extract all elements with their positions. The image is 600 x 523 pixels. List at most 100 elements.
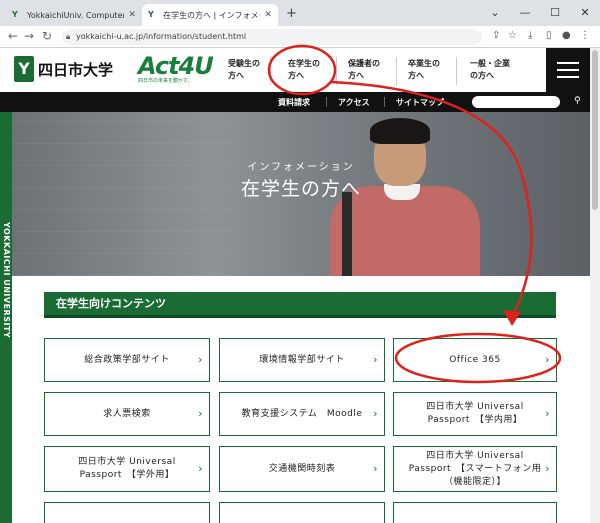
content-area: 在学生向けコンテンツ 総合政策学部サイト › 環境情報学部サイト › Offic…: [12, 276, 590, 523]
card-env-faculty[interactable]: 環境情報学部サイト ›: [219, 338, 385, 382]
tab-label: YokkaichiUniv. ComputerCenter: [27, 10, 124, 20]
gnav-prospective[interactable]: 受験生の 方へ: [228, 58, 260, 82]
card-label: 総合政策学部サイト: [84, 354, 170, 365]
logo-text: 四日市大学: [38, 60, 114, 79]
gnav-parents[interactable]: 保護者の 方へ: [348, 58, 380, 82]
hero-photo-strap: [342, 192, 352, 276]
card-label: 求人票検索: [103, 408, 151, 419]
tab-close-icon[interactable]: ✕: [264, 10, 272, 20]
gnav-general[interactable]: 一般・企業 の方へ: [470, 58, 510, 82]
gnav-line: 方へ: [288, 71, 304, 80]
url-field[interactable]: 🔒︎ yokkaichi-u.ac.jp/information/student…: [62, 29, 482, 45]
gnav-line: 方へ: [408, 71, 424, 80]
hamburger-icon: [557, 76, 579, 78]
gnav-students[interactable]: 在学生の 方へ: [288, 58, 320, 82]
tab-close-icon[interactable]: ✕: [128, 10, 136, 20]
side-brand-strip: YOKKAICHI UNIVERSITY: [0, 112, 12, 523]
gnav-line: 保護者の: [348, 59, 380, 68]
chevron-right-icon: ›: [373, 353, 378, 366]
hero-subtitle: インフォメーション: [247, 162, 355, 173]
link-request-docs[interactable]: 資料請求: [278, 97, 310, 108]
hero-banner: インフォメーション 在学生の方へ: [12, 112, 590, 276]
gnav-line: 受験生の: [228, 59, 260, 68]
page-scrollbar[interactable]: [590, 48, 600, 523]
favicon-icon: Y: [148, 10, 154, 19]
gnav-alumni[interactable]: 卒業生の 方へ: [408, 58, 440, 82]
divider: [384, 97, 385, 107]
reload-icon[interactable]: ↻: [42, 29, 52, 43]
new-tab-button[interactable]: +: [286, 6, 297, 21]
bookmark-star-icon[interactable]: ☆: [508, 30, 517, 41]
profile-icon[interactable]: ●: [562, 30, 571, 41]
sidepanel-icon[interactable]: ▯: [546, 30, 552, 41]
gnav-line: 方へ: [348, 71, 364, 80]
gnav-line: 在学生の: [288, 59, 320, 68]
chevron-right-icon: ›: [545, 353, 550, 366]
minimize-icon[interactable]: —: [510, 0, 540, 26]
card-unipa-smartphone[interactable]: 四日市大学 Universal Passport 【スマートフォン用（機能限定）…: [393, 446, 557, 492]
download-icon[interactable]: ⤓: [528, 30, 532, 41]
act4u-logo[interactable]: Act4U 四日市の未来を動かす。: [138, 52, 214, 84]
card-policy-faculty[interactable]: 総合政策学部サイト ›: [44, 338, 210, 382]
back-icon[interactable]: ←: [8, 29, 18, 43]
chevron-right-icon: ›: [198, 407, 203, 420]
maximize-icon[interactable]: ☐: [540, 0, 570, 26]
scrollbar-thumb[interactable]: [592, 50, 598, 210]
university-logo[interactable]: Y 四日市大学: [14, 56, 113, 82]
logo-mark: Y: [14, 56, 34, 82]
forward-icon[interactable]: →: [24, 29, 34, 43]
card-job-search[interactable]: 求人票検索 ›: [44, 392, 210, 436]
divider: [456, 57, 457, 85]
card-label: 教育支援システム Moodle: [241, 408, 363, 419]
menu-kebab-icon[interactable]: ⋮: [580, 30, 590, 41]
url-text: yokkaichi-u.ac.jp/information/student.ht…: [76, 32, 247, 41]
share-icon[interactable]: ⇪: [492, 30, 500, 41]
divider: [336, 57, 337, 85]
chevron-right-icon: ›: [545, 407, 550, 420]
hamburger-icon: [557, 62, 579, 64]
chevron-right-icon: ›: [373, 407, 378, 420]
address-bar-row: ← → ↻ 🔒︎ yokkaichi-u.ac.jp/information/s…: [0, 26, 600, 48]
tab-student-info[interactable]: Y 在学生の方へ | インフォメーション | 四日市大学 ✕: [142, 4, 278, 26]
card-moodle[interactable]: 教育支援システム Moodle ›: [219, 392, 385, 436]
section-title: 在学生向けコンテンツ: [44, 292, 556, 318]
gnav-line: 卒業生の: [408, 59, 440, 68]
utility-bar: 資料請求 アクセス サイトマップ ⚲: [0, 92, 590, 112]
gnav-line: 方へ: [228, 71, 244, 80]
page-viewport: Y 四日市大学 Act4U 四日市の未来を動かす。 受験生の 方へ 在学生の 方…: [0, 48, 600, 523]
chevron-down-icon[interactable]: ⌄: [480, 0, 510, 26]
page-title: 在学生の方へ: [240, 178, 361, 200]
chevron-right-icon: ›: [198, 462, 203, 475]
card-label: Office 365: [449, 354, 501, 365]
site-search-input[interactable]: [472, 96, 560, 108]
lock-icon: 🔒︎: [66, 32, 71, 41]
link-access[interactable]: アクセス: [338, 97, 370, 108]
site-header: Y 四日市大学 Act4U 四日市の未来を動かす。 受験生の 方へ 在学生の 方…: [0, 48, 590, 92]
chevron-right-icon: ›: [545, 462, 550, 475]
close-window-icon[interactable]: ✕: [570, 0, 600, 26]
card-partial[interactable]: [44, 502, 210, 523]
chevron-right-icon: ›: [198, 353, 203, 366]
card-label: 四日市大学 Universal Passport 【学内用】: [426, 402, 524, 425]
card-transit-timetable[interactable]: 交通機関時刻表 ›: [219, 446, 385, 492]
card-unipa-internal[interactable]: 四日市大学 Universal Passport 【学内用】 ›: [393, 392, 557, 436]
card-office365[interactable]: Office 365 ›: [393, 338, 557, 382]
card-partial[interactable]: [219, 502, 385, 523]
side-brand-text: YOKKAICHI UNIVERSITY: [2, 222, 11, 339]
card-partial[interactable]: [393, 502, 557, 523]
hamburger-menu-button[interactable]: [546, 48, 590, 92]
act4u-text: Act4U: [138, 52, 214, 80]
card-label: 四日市大学 Universal Passport 【学外用】: [78, 457, 176, 480]
search-icon[interactable]: ⚲: [574, 96, 581, 106]
chevron-right-icon: ›: [373, 462, 378, 475]
window-controls: ⌄ — ☐ ✕: [480, 0, 600, 26]
gnav-line: の方へ: [470, 71, 494, 80]
card-label: 環境情報学部サイト: [259, 354, 345, 365]
tab-computer-center[interactable]: Y YokkaichiUniv. ComputerCenter ✕: [6, 4, 142, 26]
divider: [396, 57, 397, 85]
card-label: 交通機関時刻表: [268, 463, 336, 474]
browser-tab-bar: Y YokkaichiUniv. ComputerCenter ✕ Y 在学生の…: [0, 0, 600, 26]
link-sitemap[interactable]: サイトマップ: [396, 97, 444, 108]
card-unipa-external[interactable]: 四日市大学 Universal Passport 【学外用】 ›: [44, 446, 210, 492]
hero-photo-hair: [370, 118, 430, 144]
